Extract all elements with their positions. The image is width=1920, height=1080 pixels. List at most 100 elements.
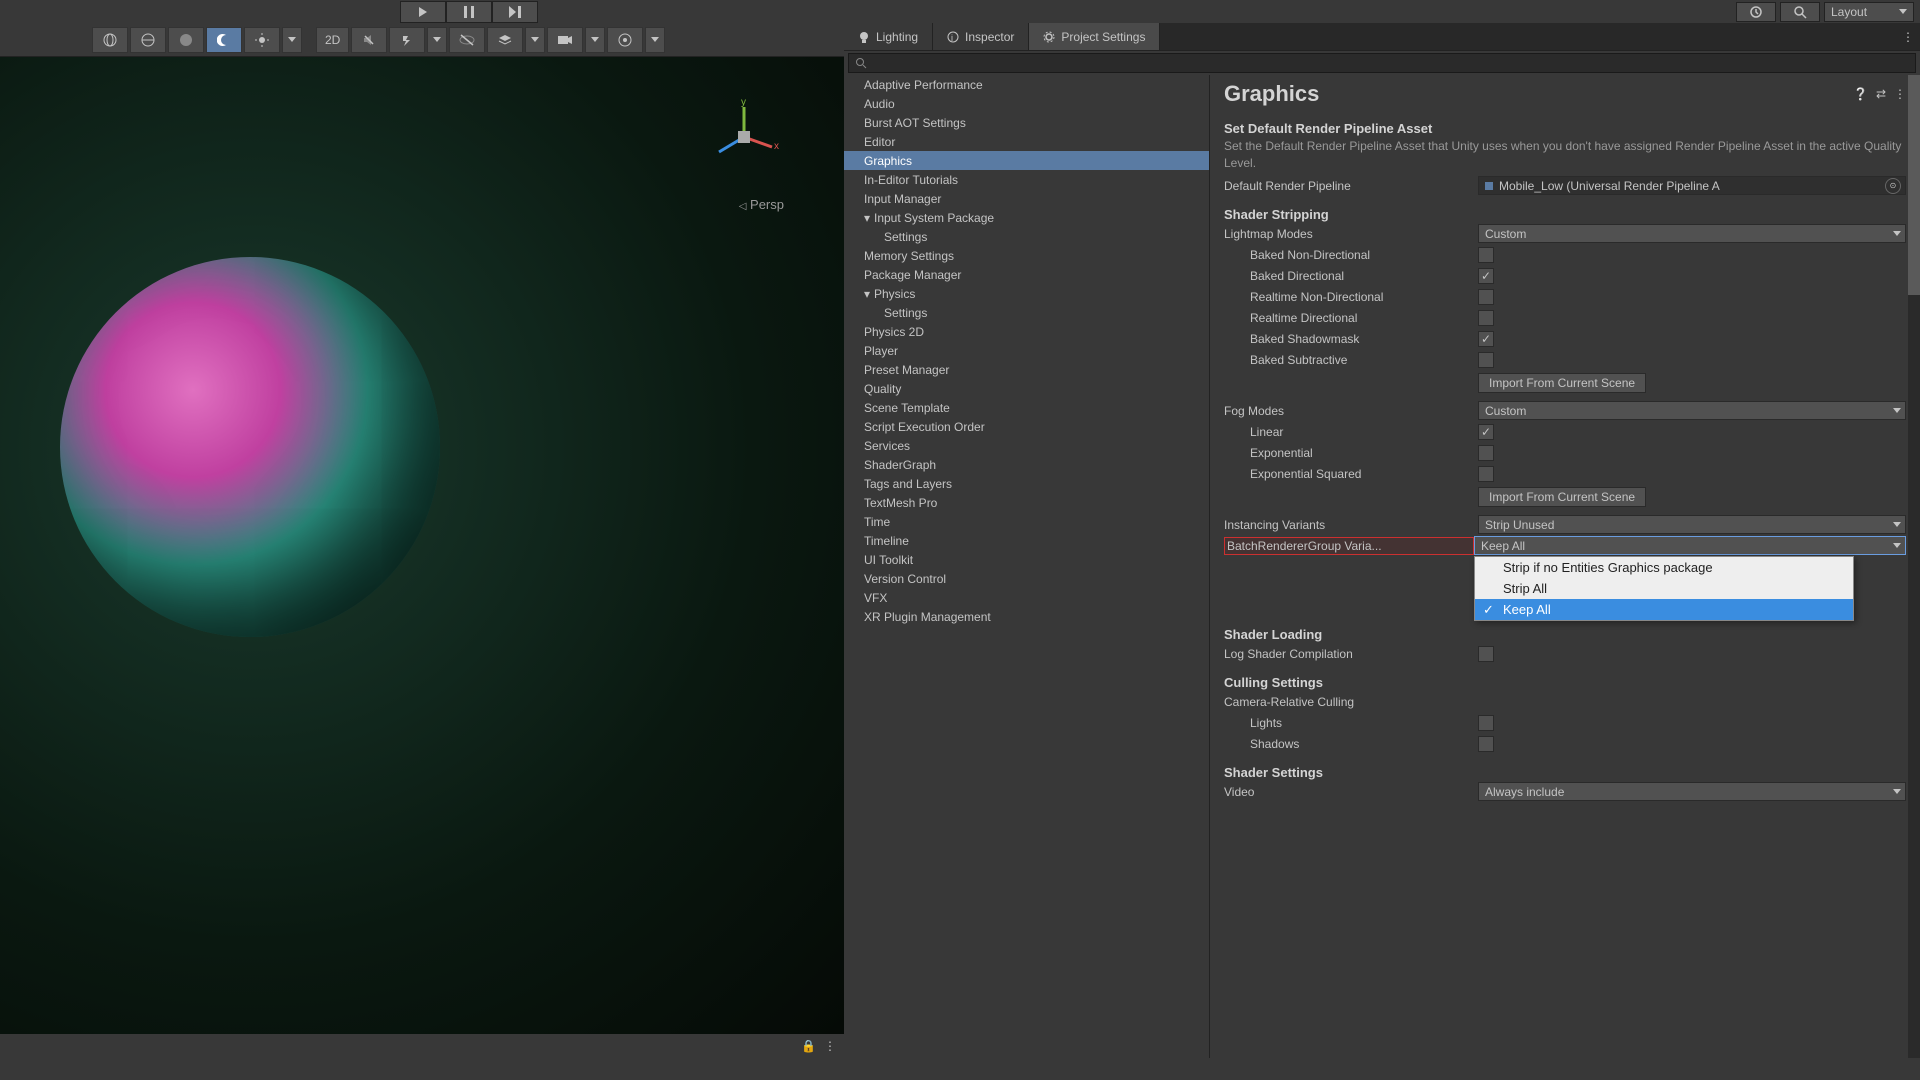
nav-services[interactable]: Services bbox=[844, 436, 1209, 455]
camera-button[interactable] bbox=[547, 27, 583, 53]
import-scene-button-1[interactable]: Import From Current Scene bbox=[1478, 373, 1646, 393]
nav-ui-toolkit[interactable]: UI Toolkit bbox=[844, 550, 1209, 569]
chevron-down-icon bbox=[651, 37, 659, 42]
nav-package-manager[interactable]: Package Manager bbox=[844, 265, 1209, 284]
orientation-gizmo[interactable]: yx bbox=[704, 97, 784, 177]
gizmos-dropdown[interactable] bbox=[645, 27, 665, 53]
nav-version-control[interactable]: Version Control bbox=[844, 569, 1209, 588]
nav-vfx[interactable]: VFX bbox=[844, 588, 1209, 607]
settings-icon[interactable]: ⇄ bbox=[1876, 87, 1886, 101]
chevron-down-icon bbox=[1893, 543, 1901, 548]
brg-option-strip-no-entities[interactable]: Strip if no Entities Graphics package bbox=[1475, 557, 1853, 578]
audio-toggle[interactable] bbox=[351, 27, 387, 53]
scrollbar-track[interactable] bbox=[1908, 75, 1920, 1058]
play-button[interactable] bbox=[400, 1, 446, 23]
perspective-label[interactable]: ◁ Persp bbox=[739, 197, 784, 212]
realtime-dir-checkbox[interactable] bbox=[1478, 310, 1494, 326]
tab-project-settings[interactable]: Project Settings bbox=[1029, 23, 1160, 50]
lighting-dropdown[interactable] bbox=[282, 27, 302, 53]
culling-shadows-checkbox[interactable] bbox=[1478, 736, 1494, 752]
nav-memory-settings[interactable]: Memory Settings bbox=[844, 246, 1209, 265]
tab-inspector[interactable]: iInspector bbox=[933, 23, 1029, 50]
help-icon[interactable]: ❔ bbox=[1853, 87, 1868, 101]
baked-nondir-checkbox[interactable] bbox=[1478, 247, 1494, 263]
nav-time[interactable]: Time bbox=[844, 512, 1209, 531]
search-button[interactable] bbox=[1780, 2, 1820, 22]
kebab-icon[interactable]: ⋮ bbox=[824, 1039, 836, 1053]
brg-label: BatchRendererGroup Varia... bbox=[1224, 537, 1474, 555]
default-rp-field[interactable]: Mobile_Low (Universal Render Pipeline A … bbox=[1478, 176, 1906, 195]
scene-view[interactable]: yx ◁ Persp bbox=[0, 57, 844, 1034]
search-icon bbox=[855, 57, 867, 69]
nav-editor[interactable]: Editor bbox=[844, 132, 1209, 151]
nav-quality[interactable]: Quality bbox=[844, 379, 1209, 398]
nav-player[interactable]: Player bbox=[844, 341, 1209, 360]
nav-input-manager[interactable]: Input Manager bbox=[844, 189, 1209, 208]
step-button[interactable] bbox=[492, 1, 538, 23]
layout-dropdown[interactable]: Layout bbox=[1824, 2, 1914, 22]
settings-search[interactable] bbox=[848, 53, 1916, 73]
tab-menu-button[interactable]: ⋮ bbox=[1896, 23, 1920, 50]
object-picker-icon[interactable]: ⊙ bbox=[1885, 178, 1901, 194]
draw-mode-button[interactable] bbox=[130, 27, 166, 53]
nav-physics[interactable]: ▾Physics bbox=[844, 284, 1209, 303]
video-dropdown[interactable]: Always include bbox=[1478, 782, 1906, 801]
fog-linear-checkbox[interactable] bbox=[1478, 424, 1494, 440]
eye-off-icon bbox=[459, 33, 475, 47]
nav-scene-template[interactable]: Scene Template bbox=[844, 398, 1209, 417]
nav-physics-2d[interactable]: Physics 2D bbox=[844, 322, 1209, 341]
nav-input-system-settings[interactable]: Settings bbox=[844, 227, 1209, 246]
brg-option-keep-all[interactable]: Keep All bbox=[1475, 599, 1853, 620]
nav-textmesh-pro[interactable]: TextMesh Pro bbox=[844, 493, 1209, 512]
fx-toggle[interactable] bbox=[389, 27, 425, 53]
nav-xr-plugin[interactable]: XR Plugin Management bbox=[844, 607, 1209, 626]
log-shader-checkbox[interactable] bbox=[1478, 646, 1494, 662]
instancing-dropdown[interactable]: Strip Unused bbox=[1478, 515, 1906, 534]
nav-script-execution-order[interactable]: Script Execution Order bbox=[844, 417, 1209, 436]
nav-burst-aot[interactable]: Burst AOT Settings bbox=[844, 113, 1209, 132]
undo-history-button[interactable] bbox=[1736, 2, 1776, 22]
fog-exp2-checkbox[interactable] bbox=[1478, 466, 1494, 482]
brg-dropdown[interactable]: Keep All bbox=[1474, 536, 1906, 555]
layers-dropdown[interactable] bbox=[525, 27, 545, 53]
nav-tags-layers[interactable]: Tags and Layers bbox=[844, 474, 1209, 493]
skybox-toggle[interactable] bbox=[206, 27, 242, 53]
baked-subtractive-checkbox[interactable] bbox=[1478, 352, 1494, 368]
2d-toggle[interactable]: 2D bbox=[316, 27, 349, 53]
fx-dropdown[interactable] bbox=[427, 27, 447, 53]
fog-modes-dropdown[interactable]: Custom bbox=[1478, 401, 1906, 420]
nav-in-editor-tutorials[interactable]: In-Editor Tutorials bbox=[844, 170, 1209, 189]
nav-graphics[interactable]: Graphics bbox=[844, 151, 1209, 170]
fog-exp-checkbox[interactable] bbox=[1478, 445, 1494, 461]
gizmos-button[interactable] bbox=[607, 27, 643, 53]
shading-mode-button[interactable] bbox=[92, 27, 128, 53]
nav-shadergraph[interactable]: ShaderGraph bbox=[844, 455, 1209, 474]
culling-shadows-label: Shadows bbox=[1224, 737, 1478, 751]
baked-dir-checkbox[interactable] bbox=[1478, 268, 1494, 284]
kebab-icon[interactable]: ⋮ bbox=[1894, 87, 1906, 101]
lock-icon[interactable]: 🔒 bbox=[801, 1039, 816, 1053]
layers-button[interactable] bbox=[487, 27, 523, 53]
nav-input-system[interactable]: ▾Input System Package bbox=[844, 208, 1209, 227]
nav-physics-settings[interactable]: Settings bbox=[844, 303, 1209, 322]
scrollbar-thumb[interactable] bbox=[1908, 75, 1920, 295]
page-title: Graphics bbox=[1224, 81, 1853, 107]
fog-exp-label: Exponential bbox=[1224, 446, 1478, 460]
nav-preset-manager[interactable]: Preset Manager bbox=[844, 360, 1209, 379]
lighting-toggle[interactable] bbox=[244, 27, 280, 53]
realtime-nondir-checkbox[interactable] bbox=[1478, 289, 1494, 305]
shaded-button[interactable] bbox=[168, 27, 204, 53]
baked-dir-label: Baked Directional bbox=[1224, 269, 1478, 283]
lightmap-modes-dropdown[interactable]: Custom bbox=[1478, 224, 1906, 243]
visibility-toggle[interactable] bbox=[449, 27, 485, 53]
nav-timeline[interactable]: Timeline bbox=[844, 531, 1209, 550]
culling-lights-checkbox[interactable] bbox=[1478, 715, 1494, 731]
import-scene-button-2[interactable]: Import From Current Scene bbox=[1478, 487, 1646, 507]
nav-adaptive-performance[interactable]: Adaptive Performance bbox=[844, 75, 1209, 94]
pause-button[interactable] bbox=[446, 1, 492, 23]
camera-dropdown[interactable] bbox=[585, 27, 605, 53]
baked-shadowmask-checkbox[interactable] bbox=[1478, 331, 1494, 347]
brg-option-strip-all[interactable]: Strip All bbox=[1475, 578, 1853, 599]
nav-audio[interactable]: Audio bbox=[844, 94, 1209, 113]
tab-lighting[interactable]: Lighting bbox=[844, 23, 933, 50]
